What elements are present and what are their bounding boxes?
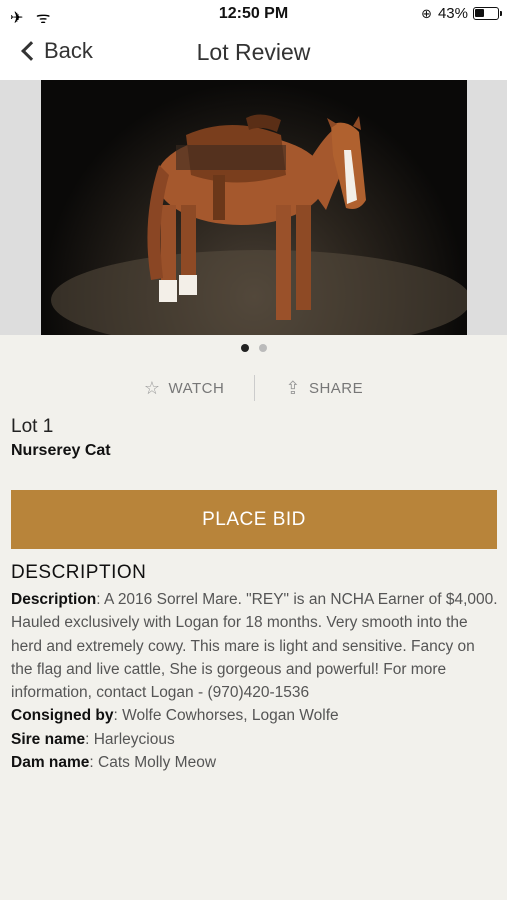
battery-percent: 43% <box>437 5 468 22</box>
consigned-label: Consigned by <box>11 707 114 725</box>
consigned-value: : Wolfe Cowhorses, Logan Wolfe <box>113 707 339 725</box>
share-button[interactable]: ⇪ SHARE <box>285 378 363 399</box>
dam-row: Dam name: Cats Molly Meow <box>11 751 499 774</box>
status-bar: ✈ ᯤ 12:50 PM ⊕ 43% <box>0 0 507 30</box>
description-body: Description: A 2016 Sorrel Mare. "REY" i… <box>11 588 499 774</box>
watch-label: WATCH <box>168 379 225 397</box>
page-title: Lot Review <box>196 39 311 65</box>
action-divider <box>254 375 256 401</box>
nav-bar: Back Lot Review <box>0 30 507 80</box>
description-paragraph: Description: A 2016 Sorrel Mare. "REY" i… <box>11 588 499 704</box>
status-right: ⊕ 43% <box>421 5 502 22</box>
pager-dot-2[interactable] <box>258 344 267 352</box>
sire-label: Sire name <box>11 730 86 748</box>
share-icon: ⇪ <box>285 377 301 398</box>
pager-dot-1[interactable] <box>240 344 249 352</box>
lot-number: Lot 1 <box>11 416 54 437</box>
carousel-pager[interactable] <box>0 344 507 352</box>
sire-value: : Harleycious <box>85 730 175 748</box>
battery-icon <box>473 7 502 20</box>
dam-value: : Cats Molly Meow <box>89 754 217 772</box>
consigned-row: Consigned by: Wolfe Cowhorses, Logan Wol… <box>11 704 499 727</box>
sire-row: Sire name: Harleycious <box>11 728 499 751</box>
place-bid-button[interactable]: PLACE BID <box>11 490 497 549</box>
action-bar: ☆ WATCH ⇪ SHARE <box>0 372 507 404</box>
image-carousel[interactable] <box>0 80 507 335</box>
lot-name: Nurserey Cat <box>11 442 111 459</box>
watch-button[interactable]: ☆ WATCH <box>144 378 224 399</box>
description-heading: DESCRIPTION <box>11 562 147 583</box>
horse-photo <box>41 80 467 335</box>
orientation-lock-icon: ⊕ <box>421 5 432 21</box>
description-label: Description <box>11 591 97 608</box>
dam-label: Dam name <box>11 754 90 772</box>
share-label: SHARE <box>308 379 364 397</box>
star-icon: ☆ <box>143 377 161 398</box>
